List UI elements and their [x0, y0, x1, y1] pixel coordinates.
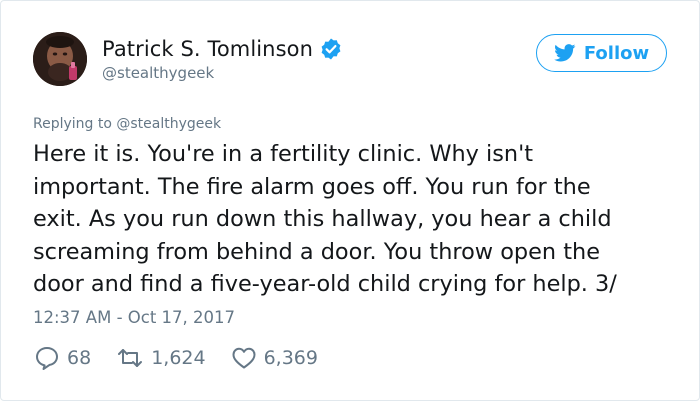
heart-icon: [232, 347, 256, 369]
avatar[interactable]: [33, 32, 87, 86]
tweet-actions: 68 1,624 6,369: [33, 344, 342, 372]
tweet-text: Here it is. You're in a fertility clinic…: [33, 138, 681, 301]
tweet-timestamp[interactable]: 12:37 AM - Oct 17, 2017: [33, 308, 235, 327]
tweet-text-line: screaming from behind a door. You throw …: [33, 238, 600, 265]
reply-context: Replying to @stealthygeek: [33, 116, 221, 132]
reply-context-mention[interactable]: @stealthygeek: [116, 116, 221, 132]
follow-button[interactable]: Follow: [536, 34, 667, 72]
author-handle[interactable]: @stealthygeek: [102, 64, 214, 82]
tweet-card: Patrick S. Tomlinson @stealthygeek Follo…: [0, 0, 700, 401]
retweet-button[interactable]: 1,624: [115, 344, 206, 372]
follow-button-label: Follow: [583, 42, 650, 64]
tweet-text-line: Here it is. You're in a fertility clinic…: [33, 141, 534, 167]
tweet-text-line: important. The fire alarm goes off. You …: [33, 173, 591, 200]
reply-button[interactable]: 68: [33, 344, 91, 372]
retweet-count: 1,624: [151, 347, 206, 369]
like-button[interactable]: 6,369: [230, 344, 318, 372]
reply-bubble-icon: [36, 347, 58, 370]
reply-count: 68: [67, 347, 92, 369]
retweet-icon: [118, 349, 143, 367]
tweet-text-line: exit. As you run down this hallway, you …: [33, 206, 612, 233]
author-display-name[interactable]: Patrick S. Tomlinson: [102, 37, 313, 61]
twitter-bird-icon: [553, 44, 576, 62]
verified-badge-icon: [319, 37, 343, 61]
tweet-text-line: door and find a five-year-old child cryi…: [33, 271, 617, 298]
profile-photo-image: [33, 32, 87, 86]
like-count: 6,369: [263, 347, 318, 369]
author-header: Patrick S. Tomlinson: [102, 35, 343, 63]
reply-context-prefix: Replying to: [33, 116, 112, 132]
